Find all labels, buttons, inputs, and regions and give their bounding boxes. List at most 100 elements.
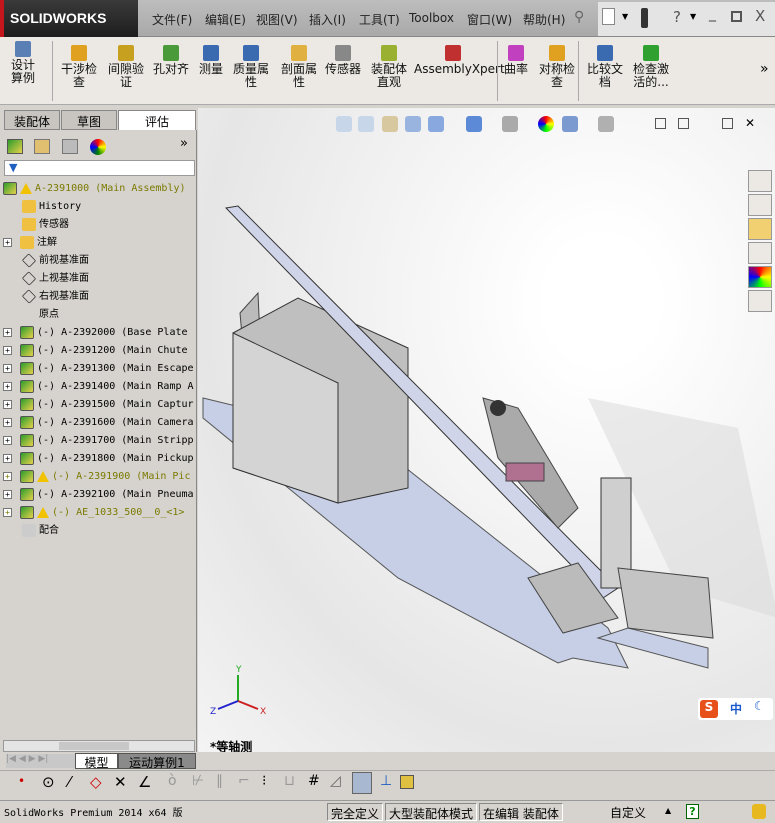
tree-item[interactable]: 配合 xyxy=(3,522,195,540)
dynamic-annotation-icon[interactable] xyxy=(428,116,444,132)
perpendicular-icon[interactable]: ⊬ xyxy=(192,773,204,789)
scene-icon[interactable] xyxy=(562,116,578,132)
tree-root[interactable]: A-2391000 (Main Assembly) xyxy=(3,180,195,198)
pin-icon[interactable]: ⚲ xyxy=(574,9,584,25)
view-settings-icon[interactable] xyxy=(598,116,614,132)
zoom-to-fit-icon[interactable] xyxy=(336,116,352,132)
tree-item[interactable]: 右视基准面 xyxy=(3,288,195,306)
circle-points-icon[interactable]: ◇ xyxy=(90,773,102,791)
maximize-icon[interactable] xyxy=(731,11,742,22)
tree-item[interactable]: + (-) A-2391300 (Main Escape xyxy=(3,360,195,378)
close-icon[interactable]: X xyxy=(755,7,765,25)
menu-edit[interactable]: 编辑(E) xyxy=(205,11,246,28)
tree-item[interactable]: 上视基准面 xyxy=(3,270,195,288)
tree-item[interactable]: + (-) A-2391200 (Main Chute xyxy=(3,342,195,360)
section-view-icon[interactable] xyxy=(405,116,421,132)
triangle-icon[interactable]: ◿ xyxy=(330,773,341,789)
point-icon[interactable]: • xyxy=(18,774,25,788)
expand-icon[interactable]: + xyxy=(3,489,12,499)
task-pane-design-library-icon[interactable] xyxy=(748,194,772,216)
feature-tree-tab-icon[interactable] xyxy=(7,139,23,154)
tree-item[interactable]: + (-) A-2391900 (Main Pic xyxy=(3,468,195,486)
dropdown-arrow-icon[interactable]: ▼ xyxy=(622,12,628,21)
tree-item[interactable]: + (-) A-2391400 (Main Ramp A xyxy=(3,378,195,396)
solidworks-logo[interactable]: SOLIDWORKS xyxy=(0,0,138,37)
cmd-check-active[interactable]: 检查激活的... xyxy=(630,45,672,89)
cmd-interference[interactable]: 干涉检查 xyxy=(58,45,100,89)
cmd-mass-props[interactable]: 质量属性 xyxy=(230,45,272,89)
ime-chinese-mode[interactable]: 中 xyxy=(730,700,742,717)
expand-panel-icon[interactable]: » xyxy=(180,136,188,151)
normal-to-icon[interactable]: ⊥ xyxy=(380,773,392,789)
tree-item[interactable]: 传感器 xyxy=(3,216,195,234)
horizontal-dim-icon[interactable]: ⊔ xyxy=(284,773,295,789)
expand-icon[interactable]: + xyxy=(3,327,12,337)
cmd-symmetry[interactable]: 对称检查 xyxy=(536,45,578,89)
menu-file[interactable]: 文件(F) xyxy=(152,11,192,28)
expand-icon[interactable]: + xyxy=(3,345,12,355)
menu-toolbox[interactable]: Toolbox xyxy=(409,11,454,25)
3d-view-icon[interactable] xyxy=(352,772,372,794)
graphics-viewport[interactable]: Y X Z *等轴测 S 中 ☾ xyxy=(198,108,775,754)
tree-item[interactable]: + 注解 xyxy=(3,234,195,252)
grid-icon[interactable]: # xyxy=(308,773,320,789)
cmd-curvature[interactable]: 曲率 xyxy=(502,45,530,76)
cmd-section-props[interactable]: 剖面属性 xyxy=(278,45,320,89)
tree-item[interactable]: History xyxy=(3,198,195,216)
tab-scroll-arrows-icon[interactable]: |◀ ◀ ▶ ▶| xyxy=(6,754,76,768)
assembly-model[interactable] xyxy=(198,108,775,752)
configuration-tab-icon[interactable] xyxy=(62,139,78,154)
intersection-icon[interactable]: ✕ xyxy=(114,773,127,791)
tree-item[interactable]: + (-) A-2392100 (Main Pneuma xyxy=(3,486,195,504)
units-up-arrow-icon[interactable]: ▲ xyxy=(665,806,671,815)
tree-horizontal-scrollbar[interactable] xyxy=(3,740,195,752)
tab-evaluate[interactable]: 评估 xyxy=(118,110,196,130)
cmd-assemblyxpert[interactable]: AssemblyXpert xyxy=(414,45,505,76)
expand-icon[interactable]: + xyxy=(3,399,12,409)
circle-icon[interactable]: ⊙ xyxy=(42,773,55,791)
menu-view[interactable]: 视图(V) xyxy=(256,11,298,28)
tree-item[interactable]: 前视基准面 xyxy=(3,252,195,270)
zoom-area-icon[interactable] xyxy=(358,116,374,132)
moon-icon[interactable]: ☾ xyxy=(754,699,765,713)
help-icon[interactable]: ? xyxy=(673,8,681,26)
tab-assembly[interactable]: 装配体 xyxy=(4,110,60,130)
cmd-clearance[interactable]: 间隙验证 xyxy=(105,45,147,89)
task-pane-file-explorer-icon[interactable] xyxy=(748,218,772,240)
help-dropdown-icon[interactable]: ▼ xyxy=(690,12,696,21)
tag-icon[interactable] xyxy=(752,804,766,819)
menu-insert[interactable]: 插入(I) xyxy=(309,11,346,28)
tree-item[interactable]: + (-) A-2391700 (Main Stripp xyxy=(3,432,195,450)
new-document-icon[interactable] xyxy=(602,8,615,25)
tree-item[interactable]: + (-) A-2392000 (Base Plate xyxy=(3,324,195,342)
viewport-restore-icon[interactable] xyxy=(655,118,666,129)
property-manager-tab-icon[interactable] xyxy=(34,139,50,154)
angle-icon[interactable]: ∠ xyxy=(138,773,151,791)
viewport-close-icon[interactable]: ✕ xyxy=(745,116,755,130)
expand-icon[interactable]: + xyxy=(3,237,12,247)
tree-item[interactable]: + (-) A-2391800 (Main Pickup xyxy=(3,450,195,468)
menu-tools[interactable]: 工具(T) xyxy=(359,11,400,28)
dimension-icon[interactable]: ⁝ xyxy=(262,773,266,789)
line-icon[interactable]: ⁄ xyxy=(68,773,71,791)
tab-model[interactable]: 模型 xyxy=(75,753,118,770)
menu-help[interactable]: 帮助(H) xyxy=(523,11,565,28)
viewport-tile-icon[interactable] xyxy=(678,118,689,129)
view-orientation-icon[interactable] xyxy=(466,116,482,132)
filter-icon[interactable]: ▼ xyxy=(9,161,17,174)
tree-item[interactable]: + (-) AE_1033_500__0_<1> xyxy=(3,504,195,522)
display-manager-tab-icon[interactable] xyxy=(90,139,106,155)
cmd-asm-visual[interactable]: 装配体直观 xyxy=(368,45,410,89)
expand-icon[interactable]: + xyxy=(3,453,12,463)
cmd-hole-align[interactable]: 孔对齐 xyxy=(150,45,192,76)
task-pane-view-palette-icon[interactable] xyxy=(748,242,772,264)
ime-indicator[interactable]: S 中 ☾ xyxy=(698,698,773,720)
more-commands-icon[interactable]: » xyxy=(760,61,769,77)
tree-item[interactable]: 原点 xyxy=(3,306,195,324)
expand-icon[interactable]: + xyxy=(3,417,12,427)
expand-icon[interactable]: + xyxy=(3,435,12,445)
units-custom[interactable]: 自定义 xyxy=(610,804,646,821)
minimize-icon[interactable]: _ xyxy=(709,6,716,22)
cmd-compare[interactable]: 比较文档 xyxy=(584,45,626,89)
tab-sketch[interactable]: 草图 xyxy=(61,110,117,130)
